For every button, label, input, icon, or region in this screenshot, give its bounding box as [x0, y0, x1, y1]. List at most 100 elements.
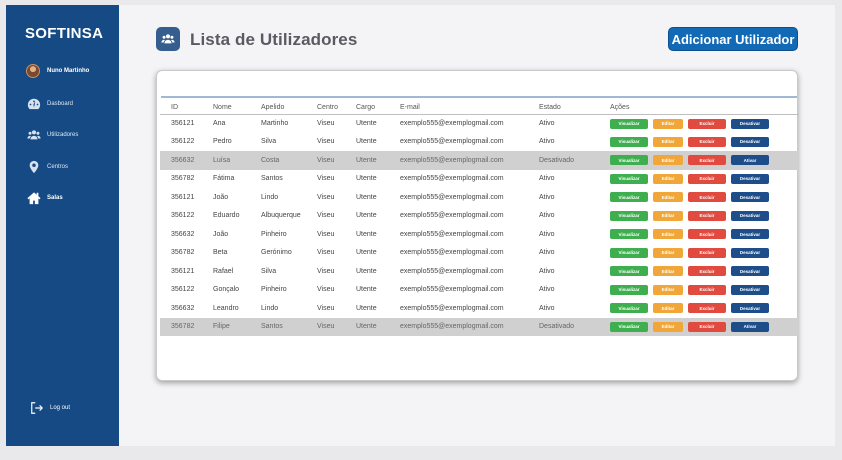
view-button[interactable]: Visualizar	[610, 303, 648, 314]
edit-button[interactable]: Editar	[653, 266, 683, 277]
deactivate-button[interactable]: Desativar	[731, 303, 769, 314]
cell-nome: João	[213, 230, 229, 238]
cell-id: 356632	[160, 151, 202, 170]
cell-cargo: Utente	[356, 267, 377, 275]
deactivate-button[interactable]: Desativar	[731, 284, 769, 295]
cell-centro: Viseu	[317, 120, 335, 127]
cell-cargo: Utente	[356, 175, 377, 183]
view-button[interactable]: Visualizar	[610, 284, 648, 295]
user-name: Nuno Martinho	[47, 68, 90, 74]
edit-button[interactable]: Editar	[653, 192, 683, 203]
delete-button[interactable]: Excluir	[688, 321, 726, 332]
delete-button[interactable]: Excluir	[688, 247, 726, 258]
deactivate-button[interactable]: Desativar	[731, 247, 769, 258]
cell-email: exemplo555@exemplogmail.com	[400, 120, 504, 127]
delete-button[interactable]: Excluir	[688, 118, 726, 129]
table-row: 356632 Leandro Lindo Viseu Utente exemplo555@…	[160, 299, 799, 318]
edit-button[interactable]: Editar	[653, 155, 683, 166]
cell-email: exemplo555@exemplogmail.com	[400, 267, 504, 275]
sidebar-item-dasboard[interactable]: Dasboard	[27, 97, 73, 111]
cell-email: exemplo555@exemplogmail.com	[400, 230, 504, 238]
view-button[interactable]: Visualizar	[610, 173, 648, 184]
edit-button[interactable]: Editar	[653, 118, 683, 129]
deactivate-button[interactable]: Desativar	[731, 118, 769, 129]
header-email: E-mail	[389, 102, 528, 115]
view-button[interactable]: Visualizar	[610, 192, 648, 203]
cell-centro: Viseu	[317, 212, 335, 220]
view-button[interactable]: Visualizar	[610, 118, 648, 129]
sidebar-item-utilizadores[interactable]: Utilizadores	[27, 128, 78, 142]
edit-button[interactable]: Editar	[653, 303, 683, 314]
cell-estado: Ativo	[539, 304, 555, 312]
cell-centro: Viseu	[317, 286, 335, 294]
cell-apelido: Albuquerque	[261, 212, 301, 220]
edit-button[interactable]: Editar	[653, 229, 683, 240]
delete-button[interactable]: Excluir	[688, 136, 726, 147]
cell-estado: Ativo	[539, 120, 555, 127]
activate-button[interactable]: Ativar	[731, 321, 769, 332]
cell-centro: Viseu	[317, 267, 335, 275]
deactivate-button[interactable]: Desativar	[731, 136, 769, 147]
cell-cargo: Utente	[356, 304, 377, 312]
activate-button[interactable]: Ativar	[731, 155, 769, 166]
table-row: 356122 Eduardo Albuquerque Viseu Utente exemp…	[160, 207, 799, 226]
cell-cargo: Utente	[356, 120, 377, 127]
cell-acoes: Visualizar Editar Excluir Ativar	[599, 317, 799, 336]
deactivate-button[interactable]: Desativar	[731, 192, 769, 203]
table-row: 356782 Beta Gerónimo Viseu Utente exemplo555@…	[160, 244, 799, 263]
edit-button[interactable]: Editar	[653, 210, 683, 221]
delete-button[interactable]: Excluir	[688, 173, 726, 184]
users-icon	[156, 27, 180, 51]
cell-centro: Viseu	[317, 230, 335, 238]
cell-id: 356121	[171, 193, 195, 201]
sidebar-item-label: Salas	[47, 195, 63, 201]
cell-nome: Leandro	[213, 304, 239, 312]
view-button[interactable]: Visualizar	[610, 229, 648, 240]
cell-email: exemplo555@exemplogmail.com	[400, 138, 504, 146]
edit-button[interactable]: Editar	[653, 284, 683, 295]
cell-apelido: Pinheiro	[261, 286, 287, 294]
cell-id: 356782	[160, 317, 202, 336]
deactivate-button[interactable]: Desativar	[731, 266, 769, 277]
cell-acoes: Visualizar Editar Excluir Desativar	[599, 114, 799, 133]
cell-apelido: Santos	[261, 175, 283, 183]
user-profile[interactable]: Nuno Martinho	[26, 64, 89, 78]
view-button[interactable]: Visualizar	[610, 136, 648, 147]
cell-email: exemplo555@exemplogmail.com	[389, 317, 528, 336]
delete-button[interactable]: Excluir	[688, 192, 726, 203]
delete-button[interactable]: Excluir	[688, 284, 726, 295]
cell-nome: Gonçalo	[213, 286, 240, 294]
cell-id: 356121	[171, 267, 195, 275]
view-button[interactable]: Visualizar	[610, 155, 648, 166]
edit-button[interactable]: Editar	[653, 247, 683, 258]
cell-estado: Ativo	[539, 138, 555, 146]
table-row: 356122 Pedro Silva Viseu Utente exemplo555@ex…	[160, 133, 799, 152]
sidebar-item-salas[interactable]: Salas	[27, 191, 63, 205]
cell-centro: Viseu	[306, 151, 345, 170]
delete-button[interactable]: Excluir	[688, 210, 726, 221]
view-button[interactable]: Visualizar	[610, 210, 648, 221]
deactivate-button[interactable]: Desativar	[731, 173, 769, 184]
deactivate-button[interactable]: Desativar	[731, 229, 769, 240]
logout-button[interactable]: Log out	[30, 401, 70, 415]
edit-button[interactable]: Editar	[653, 173, 683, 184]
cell-centro: Viseu	[317, 175, 335, 183]
edit-button[interactable]: Editar	[653, 136, 683, 147]
sidebar-item-centros[interactable]: Centros	[27, 160, 68, 174]
cell-centro: Viseu	[306, 317, 345, 336]
deactivate-button[interactable]: Desativar	[731, 210, 769, 221]
edit-button[interactable]: Editar	[653, 321, 683, 332]
cell-id: 356121	[171, 120, 195, 127]
cell-nome: João	[213, 193, 229, 201]
table-row: 356121 João Lindo Viseu Utente exemplo555@exe…	[160, 188, 799, 207]
view-button[interactable]: Visualizar	[610, 247, 648, 258]
delete-button[interactable]: Excluir	[688, 229, 726, 240]
view-button[interactable]: Visualizar	[610, 321, 648, 332]
delete-button[interactable]: Excluir	[688, 303, 726, 314]
add-user-button[interactable]: Adicionar Utilizador	[668, 27, 798, 51]
view-button[interactable]: Visualizar	[610, 266, 648, 277]
table-row: 356121 Ana Martinho Viseu Utente exemplo555@e…	[160, 114, 799, 133]
cell-apelido: Pinheiro	[261, 230, 287, 238]
delete-button[interactable]: Excluir	[688, 155, 726, 166]
delete-button[interactable]: Excluir	[688, 266, 726, 277]
